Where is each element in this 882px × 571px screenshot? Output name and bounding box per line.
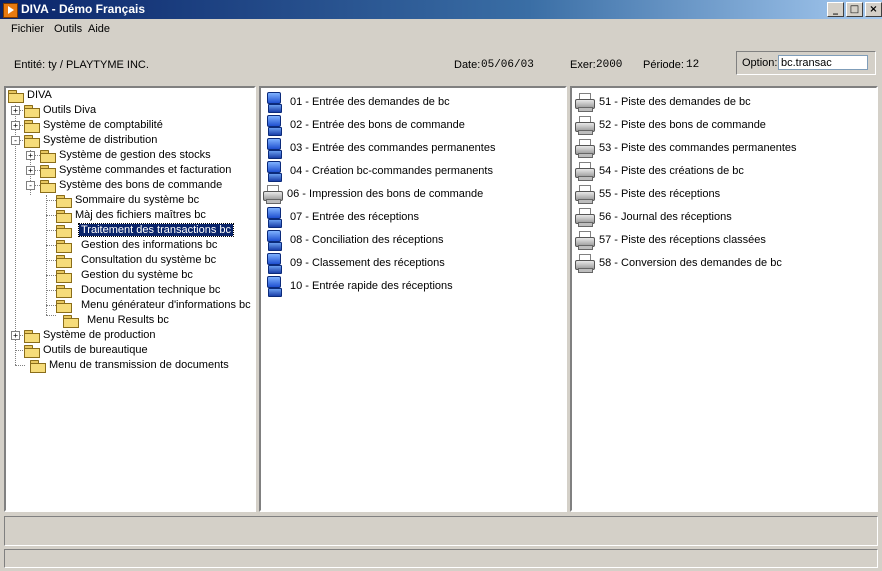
printer-icon <box>262 185 284 204</box>
tree-item-bons-commande[interactable]: Système des bons de commande <box>57 178 224 192</box>
tree-item-maj-fichiers[interactable]: Màj des fichiers maîtres bc <box>73 208 208 222</box>
tree-item-documentation[interactable]: Documentation technique bc <box>79 283 222 297</box>
printer-icon <box>574 185 596 204</box>
tree-item-consultation[interactable]: Consultation du système bc <box>79 253 218 267</box>
folder-icon <box>56 255 72 268</box>
tree-item-bureautique[interactable]: Outils de bureautique <box>41 343 150 357</box>
printer-icon <box>574 208 596 227</box>
tree-item-gestion-informations[interactable]: Gestion des informations bc <box>79 238 219 252</box>
expand-plus-icon[interactable]: + <box>26 151 35 160</box>
folder-icon <box>24 330 40 343</box>
folder-icon <box>8 90 24 103</box>
navigation-tree[interactable]: DIVA + Outils Diva + Système de comptabi… <box>4 86 256 512</box>
menu-fichier[interactable]: Fichier <box>11 23 44 35</box>
tree-item-diva[interactable]: DIVA <box>25 88 54 102</box>
close-button[interactable]: × <box>865 2 882 17</box>
period-value: 12 <box>686 59 700 71</box>
computer-icon <box>265 207 283 228</box>
collapse-minus-icon[interactable]: - <box>26 181 35 190</box>
printer-icon <box>574 93 596 112</box>
computer-icon <box>265 276 283 297</box>
tree-item-transmission[interactable]: Menu de transmission de documents <box>47 358 231 372</box>
folder-open-icon <box>40 180 56 193</box>
computer-icon <box>265 115 283 136</box>
exer-label: Exer: <box>570 59 596 71</box>
collapse-minus-icon[interactable]: - <box>11 136 20 145</box>
tree-item-gestion-stocks[interactable]: Système de gestion des stocks <box>57 148 213 162</box>
printer-icon <box>574 162 596 181</box>
tree-item-sommaire[interactable]: Sommaire du système bc <box>73 193 201 207</box>
folder-icon <box>24 105 40 118</box>
tree-item-outils-diva[interactable]: Outils Diva <box>41 103 98 117</box>
folder-icon <box>63 315 79 328</box>
expand-plus-icon[interactable]: + <box>11 106 20 115</box>
report-list[interactable]: 51 - Piste des demandes de bc 52 - Piste… <box>570 86 878 512</box>
folder-icon <box>40 165 56 178</box>
printer-icon <box>574 116 596 135</box>
tree-item-gestion-systeme[interactable]: Gestion du système bc <box>79 268 195 282</box>
menu-outils[interactable]: Outils <box>54 23 82 35</box>
tree-item-traitement-transactions[interactable]: Traitement des transactions bc <box>78 223 234 237</box>
transaction-list[interactable]: 01 - Entrée des demandes de bc 02 - Entr… <box>259 86 567 512</box>
computer-icon <box>265 253 283 274</box>
date-label: Date: <box>454 59 481 71</box>
option-label: Option: <box>742 57 778 69</box>
tree-item-comptabilite[interactable]: Système de comptabilité <box>41 118 165 132</box>
folder-open-icon <box>56 225 72 238</box>
folder-icon <box>56 300 72 313</box>
option-input[interactable] <box>778 55 868 70</box>
computer-icon <box>265 230 283 251</box>
menu-aide[interactable]: Aide <box>88 23 110 35</box>
computer-icon <box>265 138 283 159</box>
period-label: Période: <box>643 59 684 71</box>
window-title: DIVA - Démo Français <box>21 2 146 16</box>
tree-item-production[interactable]: Système de production <box>41 328 158 342</box>
tree-item-distribution[interactable]: Système de distribution <box>41 133 159 147</box>
expand-plus-icon[interactable]: + <box>11 331 20 340</box>
folder-open-icon <box>24 135 40 148</box>
tree-item-menu-generateur[interactable]: Menu générateur d'informations bc <box>79 298 253 312</box>
expand-plus-icon[interactable]: + <box>26 166 35 175</box>
folder-icon <box>56 270 72 283</box>
status-panel <box>4 516 878 546</box>
date-value: 05/06/03 <box>481 59 534 71</box>
folder-icon <box>30 360 46 373</box>
window-controls: _ □ × <box>825 2 882 17</box>
minimize-button[interactable]: _ <box>827 2 844 17</box>
folder-icon <box>24 120 40 133</box>
menu-bar: Fichier Outils Aide <box>0 19 882 38</box>
exer-value: 2000 <box>596 59 623 71</box>
printer-icon <box>574 231 596 250</box>
maximize-button[interactable]: □ <box>846 2 863 17</box>
entity-label: Entité: ty / PLAYTYME INC. <box>14 59 149 71</box>
folder-icon <box>56 240 72 253</box>
folder-icon <box>40 150 56 163</box>
option-box: Option: <box>736 51 876 75</box>
diva-app-icon[interactable] <box>3 3 18 18</box>
title-bar: DIVA - Démo Français _ □ × <box>0 0 882 19</box>
printer-icon <box>574 254 596 273</box>
folder-icon <box>56 195 72 208</box>
folder-icon <box>56 210 72 223</box>
computer-icon <box>265 161 283 182</box>
folder-icon <box>24 345 40 358</box>
printer-icon <box>574 139 596 158</box>
expand-plus-icon[interactable]: + <box>11 121 20 130</box>
tree-item-commandes-facturation[interactable]: Système commandes et facturation <box>57 163 233 177</box>
tree-item-menu-results[interactable]: Menu Results bc <box>85 313 171 327</box>
status-bar <box>4 549 878 568</box>
computer-icon <box>265 92 283 113</box>
folder-icon <box>56 285 72 298</box>
